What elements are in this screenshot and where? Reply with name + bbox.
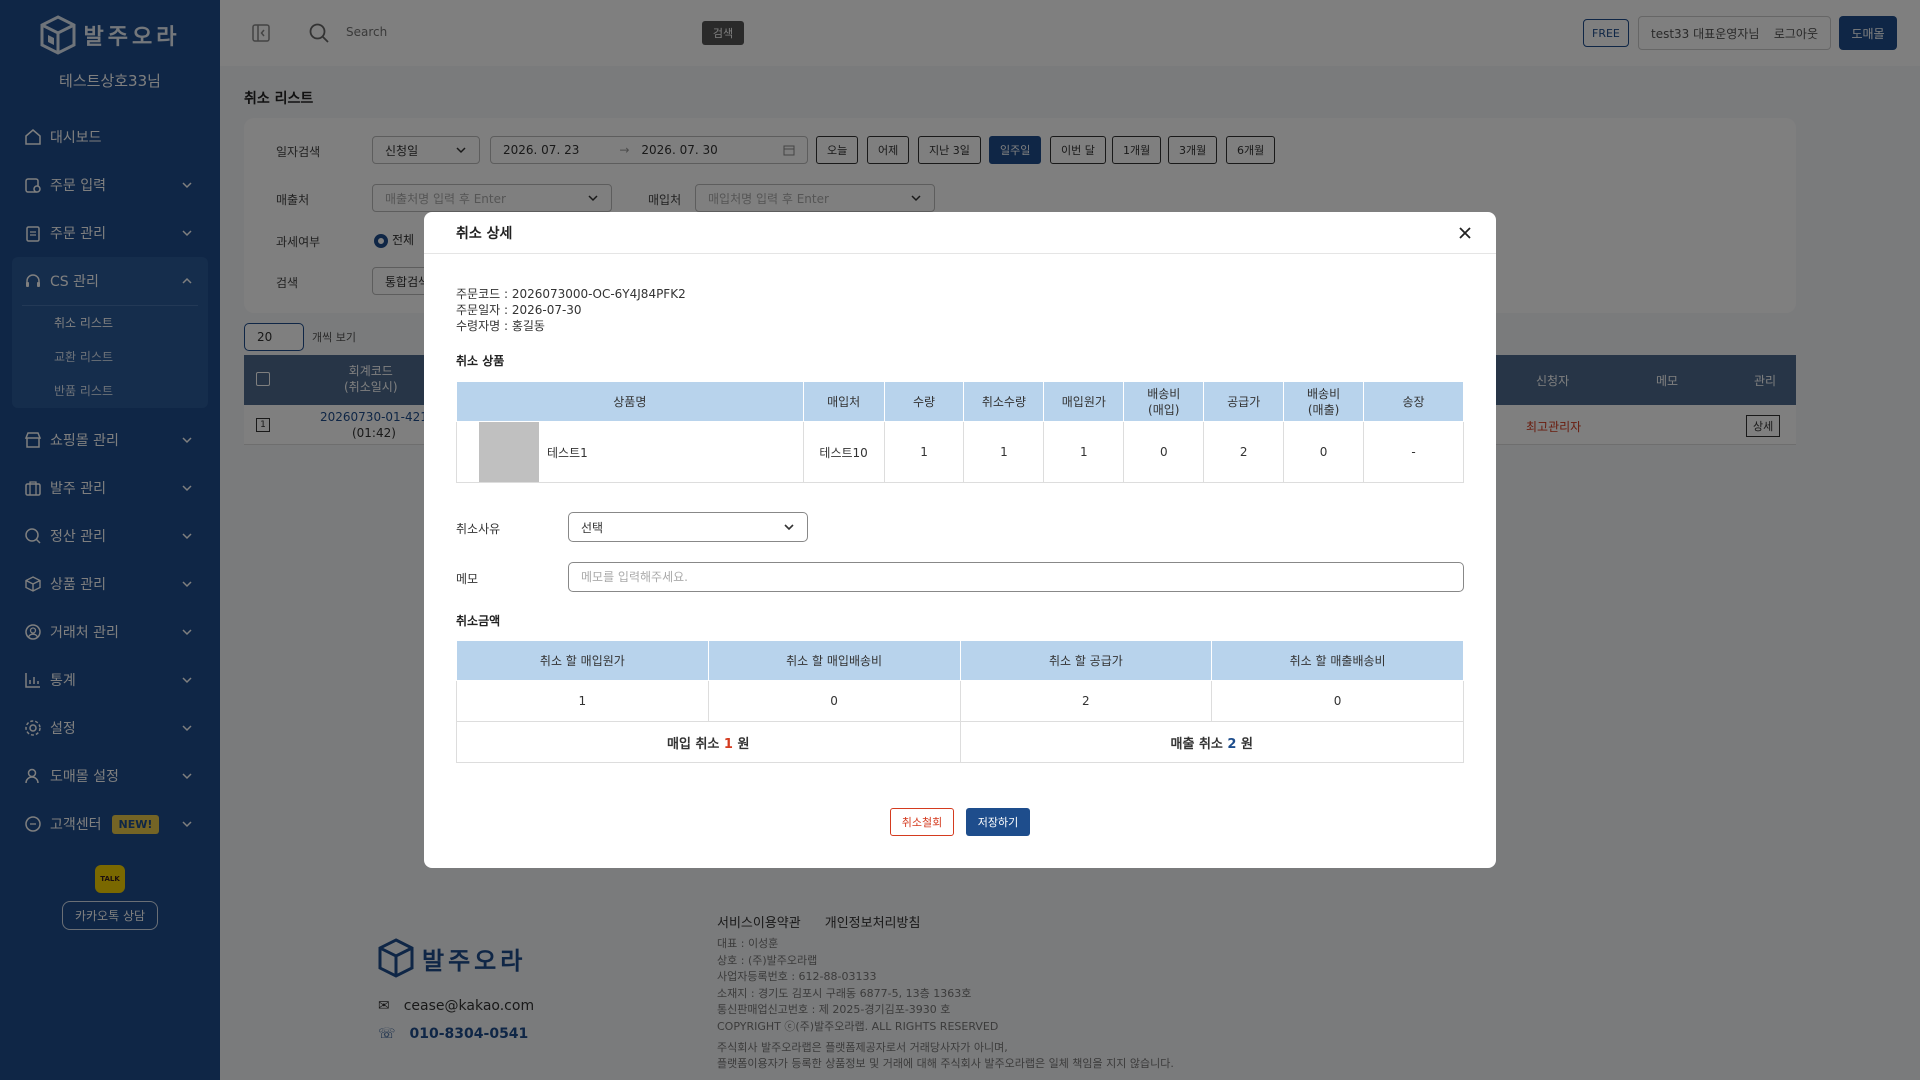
memo-input[interactable]: [568, 562, 1464, 592]
col-header: 취소 할 매입배송비: [707, 640, 961, 681]
order-date: 주문일자 : 2026-07-30: [456, 303, 582, 317]
qty-cell: 1: [883, 421, 965, 483]
close-icon[interactable]: [1458, 226, 1472, 240]
supply-cell: 2: [1203, 421, 1285, 483]
product-name: 테스트1: [547, 445, 588, 460]
amount-cell: 1: [456, 680, 709, 722]
ship-buy-cell: 0: [1123, 421, 1205, 483]
col-header: 취소 할 매입원가: [456, 640, 709, 681]
product-name-cell: 테스트1: [456, 421, 804, 483]
col-header: 상품명: [456, 381, 804, 422]
sales-cancel-total: 매출 취소 2 원: [959, 721, 1464, 763]
col-header: 매입원가: [1043, 381, 1125, 422]
reason-label: 취소사유: [456, 522, 501, 536]
col-header: 취소 할 공급가: [959, 640, 1213, 681]
chevron-down-icon: [784, 524, 794, 531]
table-header-row: 상품명 매입처 수량 취소수량 매입원가 배송비 (매입) 공급가 배송비 (매…: [456, 381, 1464, 422]
table-row: 1 0 2 0: [456, 680, 1464, 722]
cancel-amount-table: 취소 할 매입원가 취소 할 매입배송비 취소 할 공급가 취소 할 매출배송비…: [456, 640, 1464, 763]
col-header: 공급가: [1203, 381, 1285, 422]
sales-total-prefix: 매출 취소: [1170, 736, 1228, 752]
invoice-cell: -: [1363, 421, 1464, 483]
col-header: 수량: [883, 381, 965, 422]
table-row: 테스트1 테스트10 1 1 1 0 2 0 -: [456, 421, 1464, 483]
cancel-reason-value: 선택: [581, 520, 604, 535]
save-button[interactable]: 저장하기: [966, 808, 1030, 836]
cancel-products-table: 상품명 매입처 수량 취소수량 매입원가 배송비 (매입) 공급가 배송비 (매…: [456, 381, 1464, 483]
cost-cell: 1: [1043, 421, 1125, 483]
sales-total-suffix: 원: [1236, 736, 1253, 752]
cancel-reason-select[interactable]: 선택: [568, 512, 808, 542]
col-header: 취소 할 매출배송비: [1211, 640, 1464, 681]
amount-cell: 0: [1211, 680, 1464, 722]
table-header-row: 취소 할 매입원가 취소 할 매입배송비 취소 할 공급가 취소 할 매출배송비: [456, 640, 1464, 681]
order-info: 주문코드 : 2026073000-OC-6Y4J84PFK2 주문일자 : 2…: [456, 286, 686, 334]
ship-sell-cell: 0: [1283, 421, 1365, 483]
amount-cell: 2: [959, 680, 1213, 722]
modal-header: 취소 상세: [424, 212, 1496, 254]
purchase-cancel-total: 매입 취소 1 원: [456, 721, 961, 763]
receiver-name: 수령자명 : 홍길동: [456, 319, 545, 333]
purchase-total-value: 1: [723, 736, 733, 752]
cancel-qty-cell: 1: [963, 421, 1045, 483]
order-code: 주문코드 : 2026073000-OC-6Y4J84PFK2: [456, 287, 686, 301]
cancel-products-title: 취소 상품: [456, 354, 505, 368]
supplier-cell: 테스트10: [802, 421, 885, 483]
cancel-amount-title: 취소금액: [456, 614, 501, 628]
modal-title: 취소 상세: [456, 225, 513, 242]
col-header: 배송비 (매입): [1123, 381, 1205, 422]
purchase-total-suffix: 원: [732, 736, 750, 752]
purchase-total-prefix: 매입 취소: [667, 736, 724, 752]
total-row: 매입 취소 1 원 매출 취소 2 원: [456, 721, 1464, 763]
col-header: 배송비 (매출): [1283, 381, 1365, 422]
withdraw-cancel-button[interactable]: 취소철회: [890, 808, 954, 836]
col-header: 송장: [1363, 381, 1464, 422]
col-header: 취소수량: [963, 381, 1045, 422]
memo-label: 메모: [456, 572, 479, 586]
product-thumbnail: [479, 422, 539, 482]
col-header: 매입처: [802, 381, 885, 422]
cancel-detail-modal: 취소 상세 주문코드 : 2026073000-OC-6Y4J84PFK2 주문…: [424, 212, 1496, 868]
amount-cell: 0: [707, 680, 961, 722]
